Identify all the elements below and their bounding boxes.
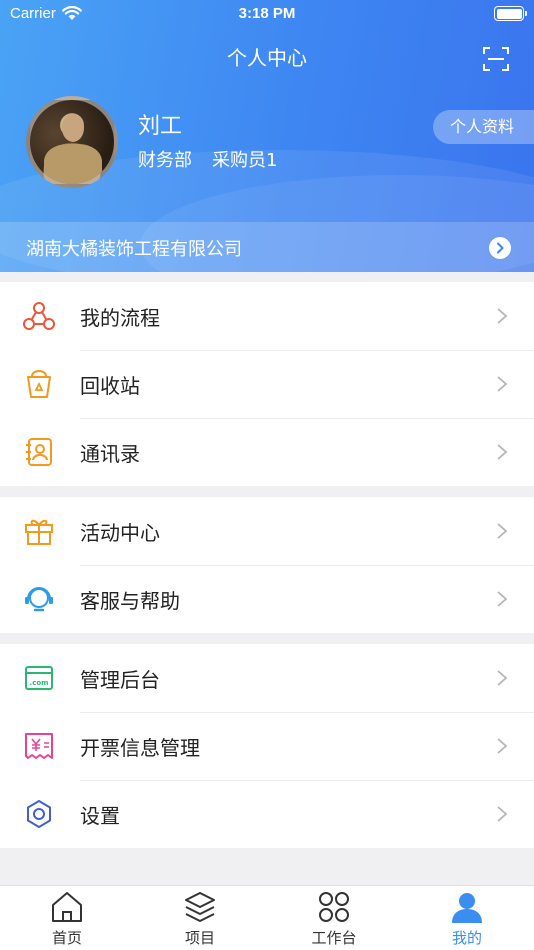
- scan-icon[interactable]: [482, 45, 510, 73]
- chevron-right-icon: [497, 806, 508, 822]
- tab-label: 工作台: [311, 929, 357, 947]
- menu-label: 活动中心: [80, 521, 160, 545]
- menu-group-2: 活动中心 客服与帮助: [0, 497, 534, 633]
- menu-item-recycle-bin[interactable]: 回收站: [0, 350, 534, 418]
- tab-project[interactable]: 项目: [133, 886, 267, 950]
- contacts-icon: [26, 438, 52, 466]
- chevron-right-icon: [489, 237, 511, 259]
- gift-icon: [25, 519, 53, 545]
- company-name: 湖南大橘装饰工程有限公司: [26, 239, 242, 260]
- gear-icon: [27, 800, 51, 828]
- user-role: 采购员1: [212, 150, 278, 171]
- tab-mine[interactable]: 我的: [400, 886, 534, 950]
- tab-workbench[interactable]: 工作台: [267, 886, 401, 950]
- menu-item-contacts[interactable]: 通讯录: [0, 418, 534, 486]
- menu-item-support[interactable]: 客服与帮助: [0, 565, 534, 633]
- menu-label: 设置: [80, 804, 120, 828]
- menu-group-3: .com 管理后台 开票信息管理 设置: [0, 644, 534, 848]
- menu-item-settings[interactable]: 设置: [0, 780, 534, 848]
- user-name: 刘工: [138, 114, 183, 139]
- chevron-right-icon: [497, 523, 508, 539]
- menu-label: 通讯录: [80, 442, 140, 466]
- invoice-yen-icon: [25, 733, 53, 759]
- chevron-right-icon: [497, 444, 508, 460]
- tab-label: 首页: [51, 929, 82, 947]
- profile-header: Carrier 3:18 PM 个人中心 刘工 财务部 采购员1 个人资料 湖南…: [0, 0, 534, 272]
- workflow-icon: [23, 302, 55, 330]
- tab-label: 项目: [184, 929, 215, 947]
- menu-label: 管理后台: [80, 668, 160, 692]
- user-icon: [452, 893, 482, 923]
- profile-button[interactable]: 个人资料: [433, 110, 534, 144]
- tab-bar: 首页 项目 工作台 我的: [0, 885, 534, 950]
- grid-icon: [319, 892, 349, 922]
- menu-item-activity[interactable]: 活动中心: [0, 497, 534, 565]
- admin-dotcom-icon: .com: [25, 666, 53, 690]
- tab-home[interactable]: 首页: [0, 886, 134, 950]
- status-time: 3:18 PM: [238, 5, 296, 22]
- menu-item-admin[interactable]: .com 管理后台: [0, 644, 534, 712]
- recycle-bin-icon: [27, 370, 51, 398]
- home-icon: [52, 892, 82, 922]
- menu-label: 回收站: [80, 374, 140, 398]
- status-bar: Carrier 3:18 PM: [0, 0, 534, 28]
- menu-item-invoice[interactable]: 开票信息管理: [0, 712, 534, 780]
- layers-icon: [185, 892, 215, 922]
- headset-icon: [25, 587, 53, 612]
- chevron-right-icon: [497, 670, 508, 686]
- battery-icon: [494, 6, 527, 21]
- menu-label: 客服与帮助: [80, 589, 180, 613]
- company-bar[interactable]: 湖南大橘装饰工程有限公司: [0, 222, 534, 272]
- chevron-right-icon: [497, 376, 508, 392]
- chevron-right-icon: [497, 591, 508, 607]
- svg-text:.com: .com: [30, 679, 49, 687]
- menu-label: 开票信息管理: [80, 736, 200, 760]
- user-department: 财务部: [138, 150, 192, 171]
- tab-label: 我的: [451, 929, 482, 947]
- chevron-right-icon: [497, 308, 508, 324]
- menu-item-workflow[interactable]: 我的流程: [0, 282, 534, 350]
- page-title: 个人中心: [227, 46, 307, 70]
- avatar[interactable]: [26, 96, 118, 188]
- menu-label: 我的流程: [80, 306, 160, 330]
- chevron-right-icon: [497, 738, 508, 754]
- menu-group-1: 我的流程 回收站 通讯录: [0, 282, 534, 486]
